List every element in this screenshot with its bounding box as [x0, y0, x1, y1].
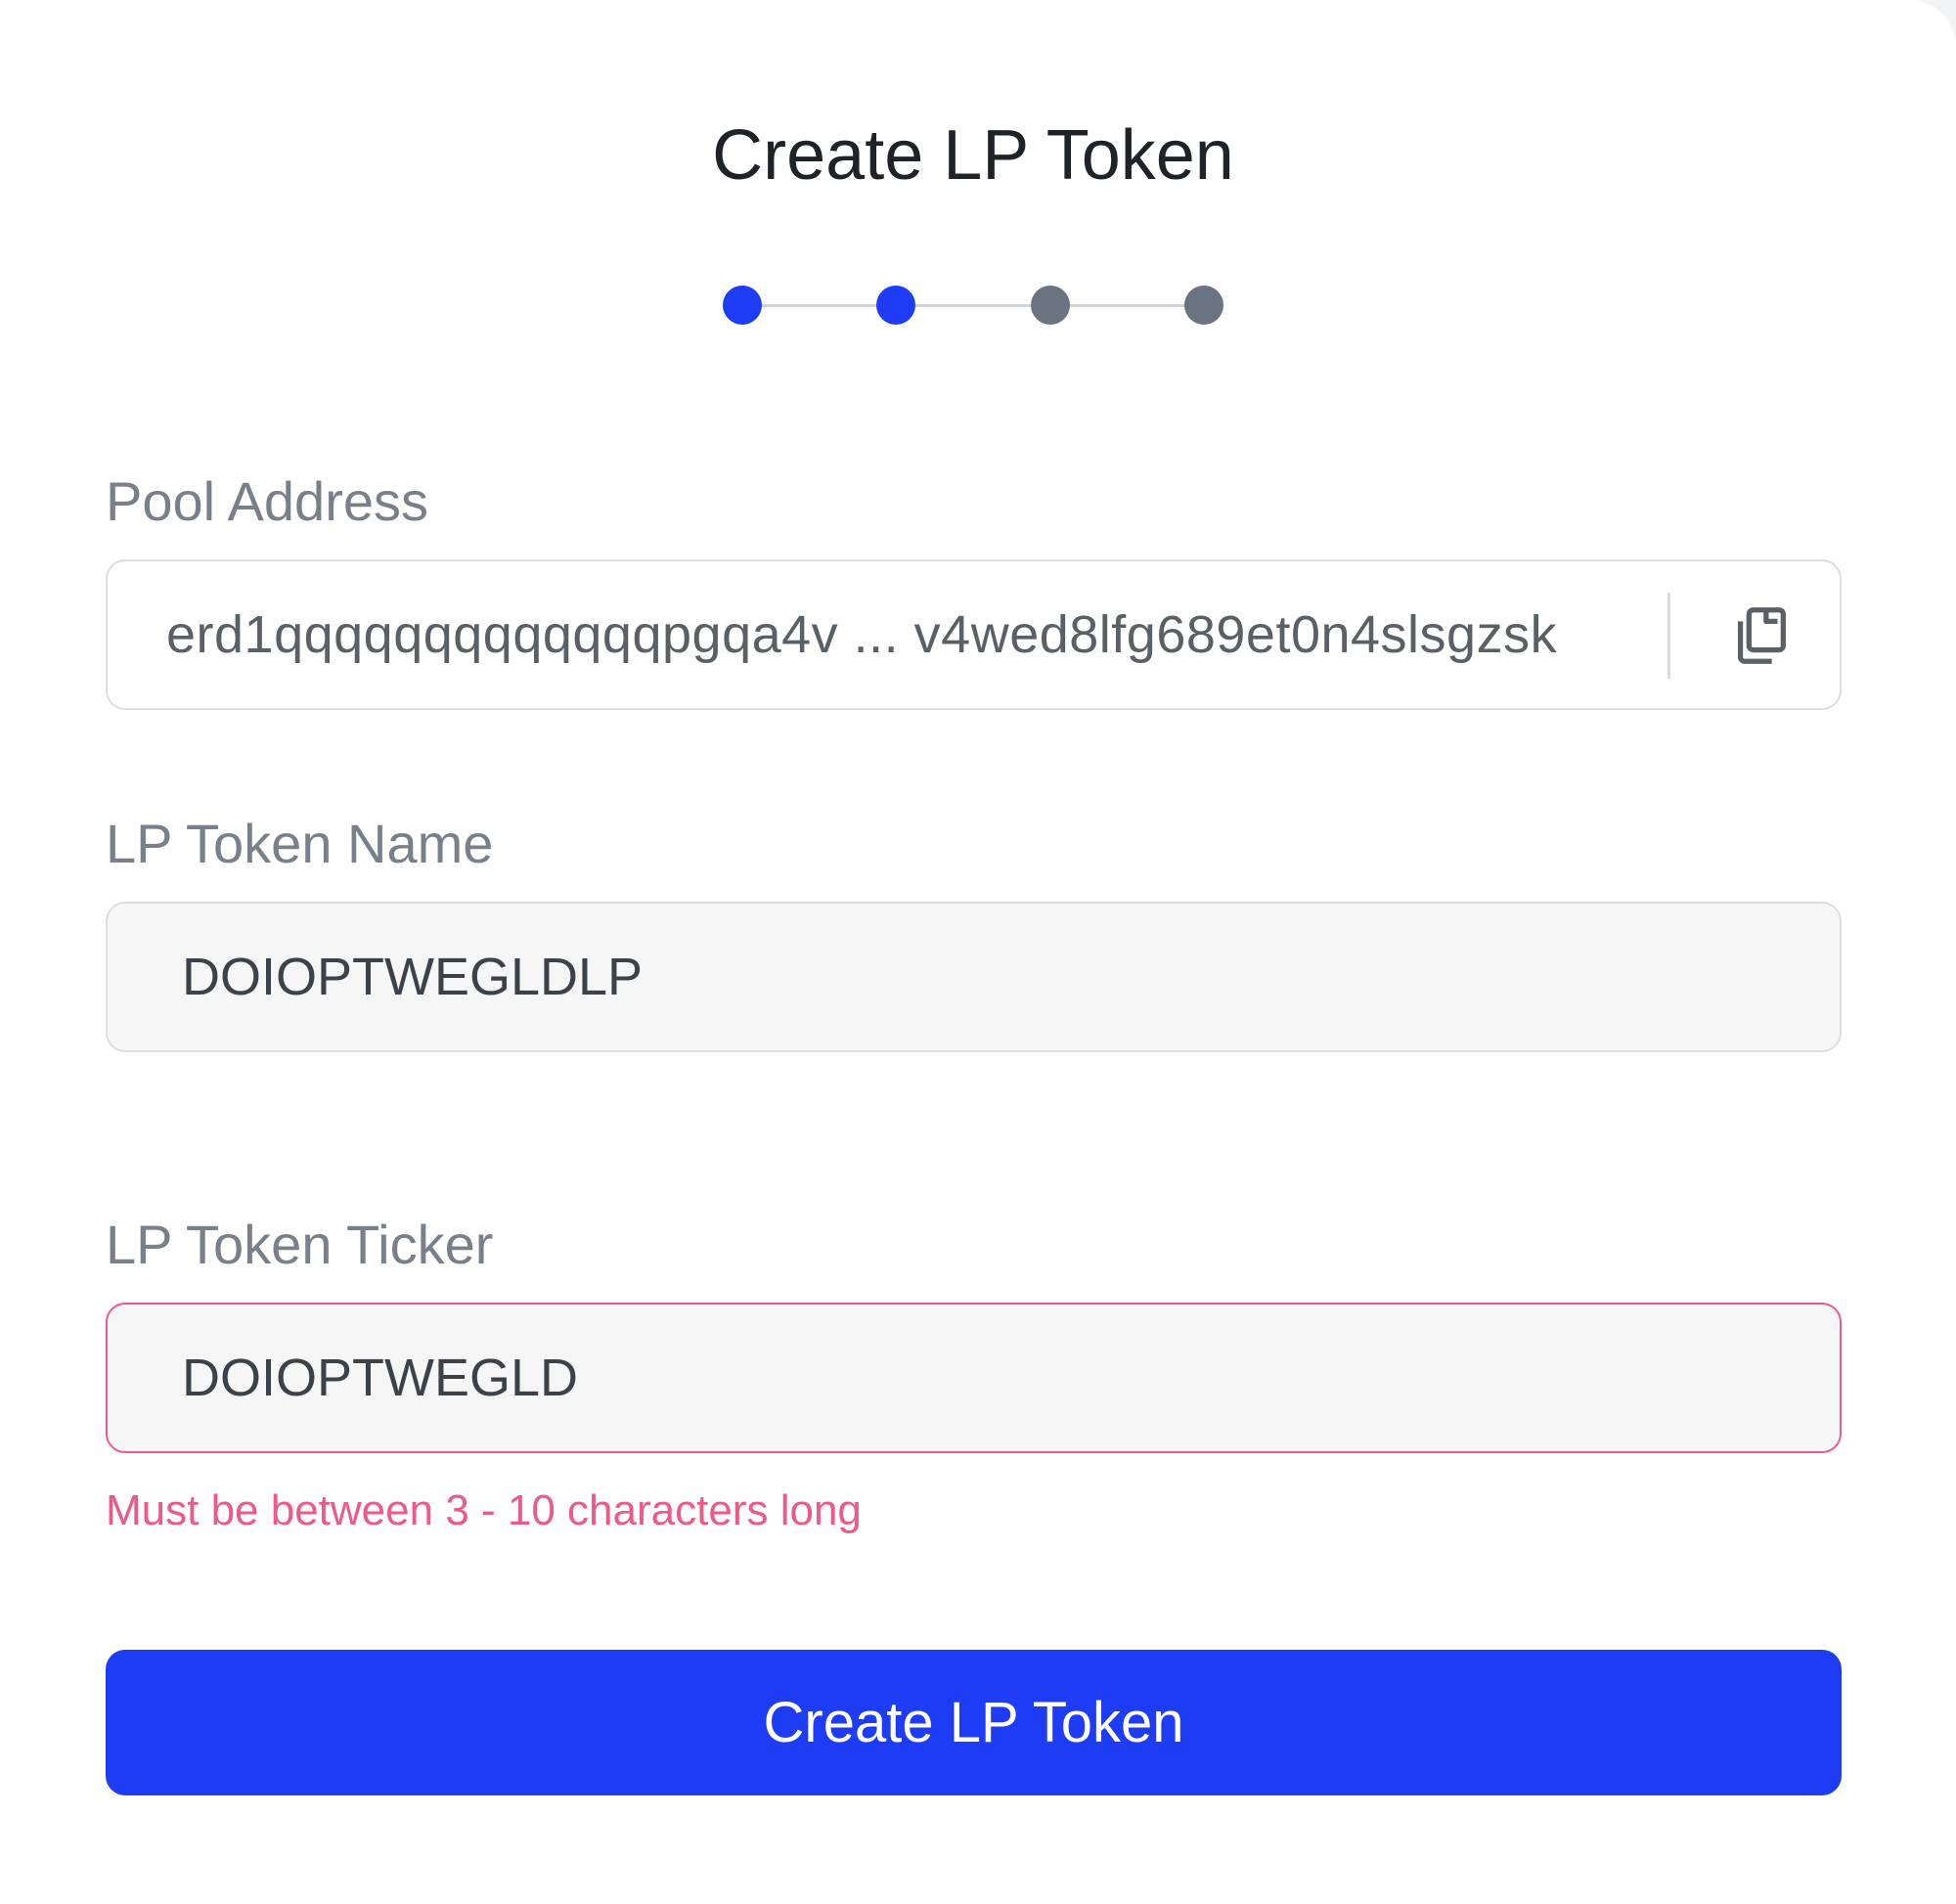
lp-token-ticker-label: LP Token Ticker — [106, 1214, 494, 1275]
copy-icon[interactable] — [1726, 601, 1795, 670]
ticker-error-message: Must be between 3 - 10 characters long — [106, 1486, 862, 1534]
lp-token-name-value: DOIOPTWEGLDLP — [182, 948, 644, 1006]
pool-address-field[interactable]: erd1qqqqqqqqqqqqqpgqa4v ... v4wed8lfg689… — [106, 559, 1842, 710]
pool-address-value: erd1qqqqqqqqqqqqqpgqa4v ... v4wed8lfg689… — [166, 605, 1558, 664]
create-lp-token-button[interactable]: Create LP Token — [106, 1650, 1842, 1795]
step-dot-3 — [1031, 286, 1070, 325]
lp-token-name-field[interactable]: DOIOPTWEGLDLP — [106, 902, 1842, 1052]
lp-token-ticker-field[interactable]: DOIOPTWEGLD — [106, 1303, 1842, 1453]
step-dot-2 — [876, 286, 915, 325]
step-dot-1 — [723, 286, 762, 325]
create-lp-token-card: Create LP Token Pool Address erd1qqqqqqq… — [0, 0, 1956, 1904]
pool-address-label: Pool Address — [106, 470, 428, 532]
lp-token-name-label: LP Token Name — [106, 813, 494, 874]
stepper-connector — [742, 304, 1204, 307]
lp-token-ticker-value: DOIOPTWEGLD — [182, 1349, 579, 1407]
step-dot-4 — [1184, 286, 1223, 325]
field-divider — [1667, 593, 1670, 679]
progress-stepper — [723, 286, 1223, 325]
page-title: Create LP Token — [712, 116, 1234, 195]
